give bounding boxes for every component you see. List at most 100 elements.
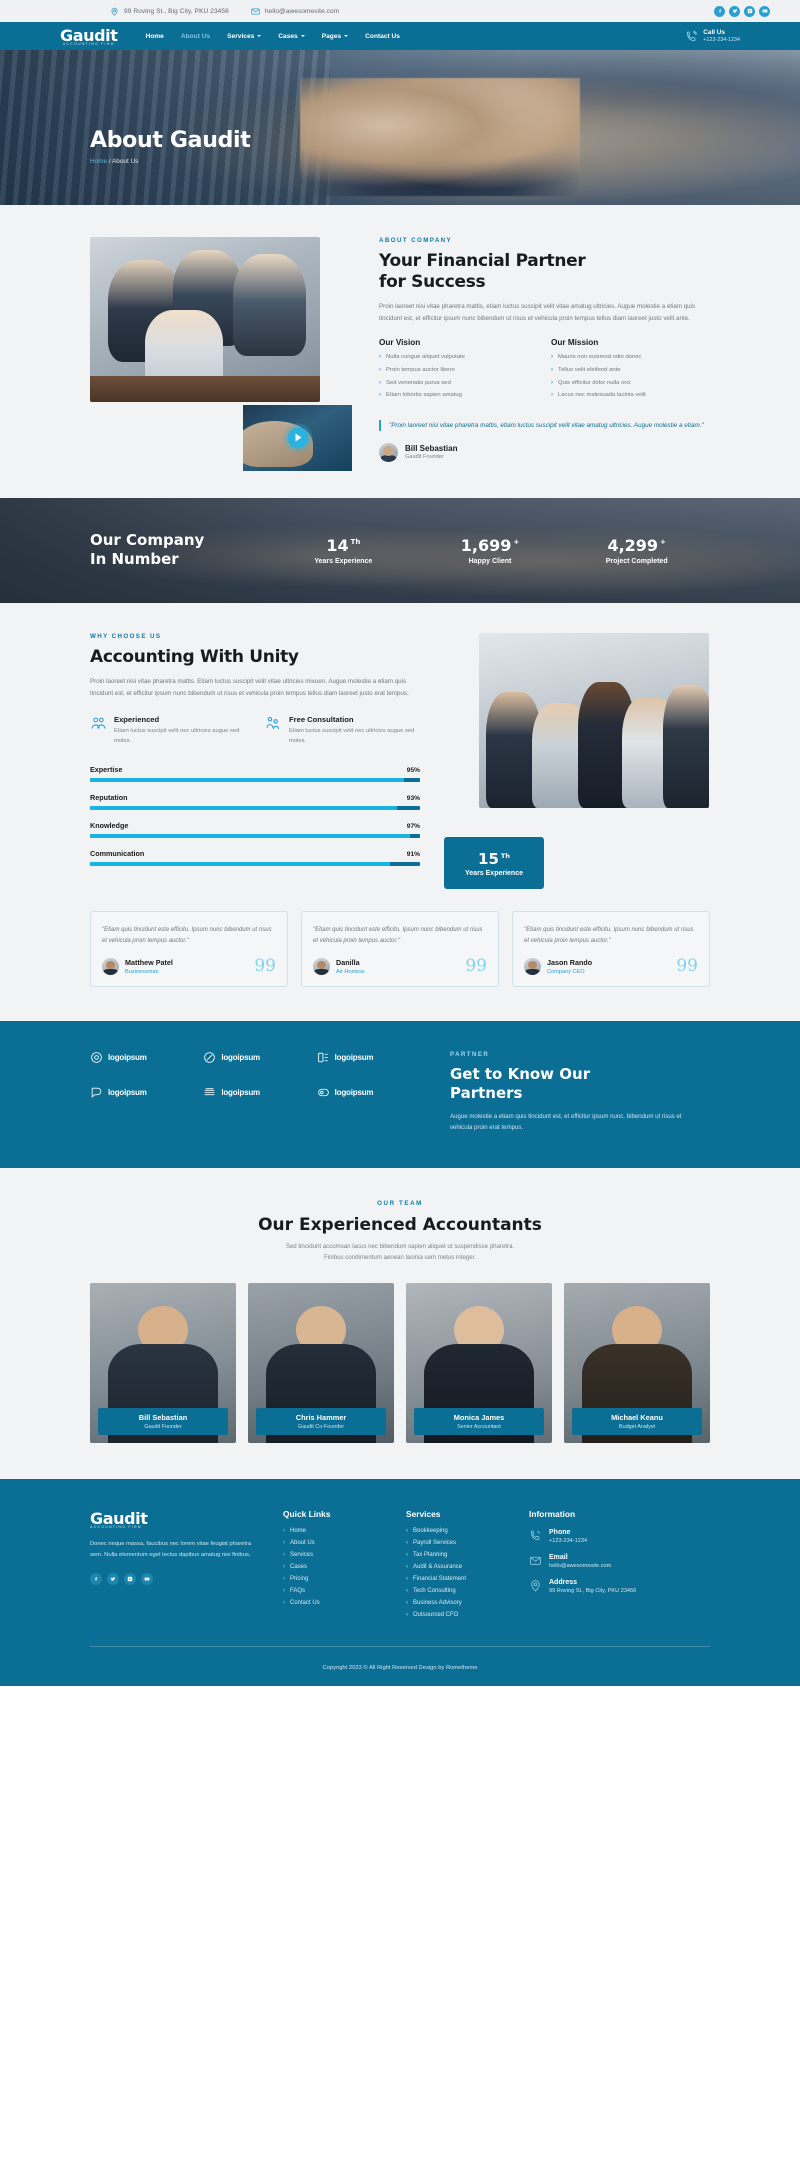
logo-blocks-icon (317, 1052, 328, 1063)
footer-link-label: FAQs (290, 1588, 306, 1595)
footer-link[interactable]: › Audit & Assurance (406, 1564, 511, 1570)
footer-link[interactable]: › Outsourced CFO (406, 1612, 511, 1618)
team-section: OUR TEAM Our Experienced Accountants Sed… (0, 1167, 800, 1480)
footer-email[interactable]: Email hello@awesomesite.com (529, 1554, 699, 1569)
skill-bar-expertise: Expertise 95% (90, 765, 420, 783)
about-quote-text: "Proin laoreet nisi vitae pharetra matti… (389, 421, 704, 429)
phone-icon (529, 1529, 542, 1542)
logo-pill-icon (317, 1088, 329, 1097)
footer-link[interactable]: › Cases (283, 1564, 388, 1570)
topbar-email[interactable]: hello@awesomesite.com (251, 7, 339, 16)
team-member-card[interactable]: Chris Hammer Gaudit Co-Founder (248, 1283, 394, 1444)
chevron-right-icon: › (406, 1564, 408, 1571)
footer-link[interactable]: › FAQs (283, 1588, 388, 1594)
youtube-icon[interactable] (141, 1572, 153, 1585)
footer-link[interactable]: › Financial Statement (406, 1576, 511, 1582)
skill-bar-knowledge: Knowledge 97% (90, 821, 420, 839)
instagram-icon[interactable] (124, 1572, 136, 1585)
partner-logo[interactable]: logoipsum (90, 1051, 193, 1064)
stat-label: Happy Client (468, 557, 512, 565)
chevron-down-icon (257, 35, 262, 37)
team-member-role: Gaudit Founder (144, 1424, 182, 1431)
play-button-icon[interactable] (287, 427, 308, 449)
facebook-icon[interactable] (90, 1572, 102, 1585)
skill-bar-communication: Communication 91% (90, 849, 420, 867)
our-mission-list: › Mauris non euismod odio donec › Tellus v… (551, 354, 701, 399)
author-role: Gaudit Founder (405, 454, 444, 461)
team-member-card[interactable]: Bill Sebastian Gaudit Founder (90, 1283, 236, 1444)
topbar-address: 99 Roving St., Big City, PKU 23456 (110, 7, 229, 16)
copyright-text: Copyright 2023 © All Right Reserved Desi… (322, 1665, 478, 1672)
site-footer: Gaudit ACCOUNTING FIRM Donec neque massa… (0, 1479, 800, 1687)
nav-item-contact-us[interactable]: Contact Us (365, 33, 400, 40)
breadcrumb-home[interactable]: Home (90, 158, 107, 165)
instagram-icon[interactable] (744, 5, 755, 17)
footer-link[interactable]: › Bookkeeping (406, 1528, 511, 1534)
partner-logo[interactable]: logoipsum (203, 1051, 306, 1064)
youtube-icon[interactable] (759, 5, 770, 17)
nav-item-cases[interactable]: Cases (278, 33, 305, 40)
footer-link[interactable]: › Home (283, 1528, 388, 1534)
mail-icon (529, 1554, 542, 1567)
partner-logo[interactable]: logoipsum (317, 1051, 420, 1064)
skill-value: 95% (406, 767, 420, 775)
site-logo[interactable]: Gaudit ACCOUNTING FIRM (60, 26, 118, 46)
footer-link-label: Financial Statement (413, 1576, 467, 1583)
footer-link[interactable]: › Pricing (283, 1576, 388, 1582)
partner-logo[interactable]: logoipsum (203, 1086, 306, 1099)
chevron-right-icon: › (283, 1528, 285, 1535)
twitter-icon[interactable] (107, 1572, 119, 1585)
years-experience-badge: 15 Th Years Experience (444, 837, 544, 890)
skill-value: 93% (406, 795, 420, 803)
team-member-card[interactable]: Michael Keanu Budget Analyst (564, 1283, 710, 1444)
testimonial-role: Company CEO (547, 968, 585, 975)
call-us-block[interactable]: Call Us +123-234-1234 (685, 29, 740, 43)
topbar-email-text: hello@awesomesite.com (264, 7, 340, 15)
footer-phone-value: +123-234-1234 (549, 1538, 588, 1545)
our-vision-list: › Nulla congue aliquet vulputate › Proin t… (379, 354, 529, 399)
team-icon (90, 715, 107, 732)
partner-logo[interactable]: logoipsum (90, 1086, 193, 1099)
footer-link[interactable]: › Payroll Services (406, 1540, 511, 1546)
footer-phone[interactable]: Phone +123-234-1234 (529, 1529, 699, 1544)
nav-item-pages[interactable]: Pages (322, 33, 349, 40)
breadcrumb: Home / About Us (90, 158, 710, 165)
logo-slash-icon (204, 1052, 216, 1063)
stat-project-completed: 4,299 + Project Completed (563, 536, 710, 565)
footer-link[interactable]: › Business Advisory (406, 1600, 511, 1606)
skill-bar-fill (90, 778, 404, 783)
footer-link[interactable]: › Contact Us (283, 1600, 388, 1606)
list-item: › Mauris non euismod odio donec (551, 354, 701, 361)
quote-icon: 99 (254, 955, 276, 976)
footer-link[interactable]: › About Us (283, 1540, 388, 1546)
testimonial-quote: "Etiam quis tincidunt este efficitu. Ips… (313, 927, 483, 944)
skill-bar-fill (90, 834, 411, 839)
about-video-thumbnail[interactable] (240, 401, 355, 474)
list-item-label: Proin tempus auctor libero (386, 366, 455, 373)
chevron-right-icon: › (406, 1528, 408, 1535)
avatar (524, 958, 541, 976)
footer-link[interactable]: › Services (283, 1552, 388, 1558)
footer-services: Services › Bookkeeping › Payroll Services … (406, 1509, 511, 1624)
footer-link[interactable]: › Tax Planning (406, 1552, 511, 1558)
footer-address: Address 99 Roving St., Big City, PKU 234… (529, 1579, 699, 1594)
our-vision-block: Our Vision › Nulla congue aliquet vulputa… (379, 338, 529, 404)
team-member-card[interactable]: Monica James Senior Accountant (406, 1283, 552, 1444)
nav-item-home[interactable]: Home (146, 33, 164, 40)
list-item-label: Nulla congue aliquet vulputate (386, 354, 465, 361)
facebook-icon[interactable] (714, 5, 725, 17)
nav-item-about-us[interactable]: About Us (181, 33, 210, 40)
avatar (313, 958, 330, 976)
nav-item-services[interactable]: Services (227, 33, 262, 40)
twitter-icon[interactable] (729, 5, 740, 17)
chevron-right-icon: › (406, 1600, 408, 1607)
chevron-right-icon: › (379, 379, 381, 386)
testimonial-name: Matthew Patel (125, 958, 173, 968)
partner-logo[interactable]: logoipsum (317, 1086, 420, 1099)
chevron-right-icon: › (551, 392, 553, 399)
partner-logo-label: logoipsum (221, 1053, 260, 1063)
stat-value: 4,299 (607, 535, 659, 555)
badge-value: 15 (478, 849, 499, 868)
partners-section: logoipsum logoipsum logoipsum logoipsum … (0, 1021, 800, 1168)
footer-link[interactable]: › Tech Consulting (406, 1588, 511, 1594)
